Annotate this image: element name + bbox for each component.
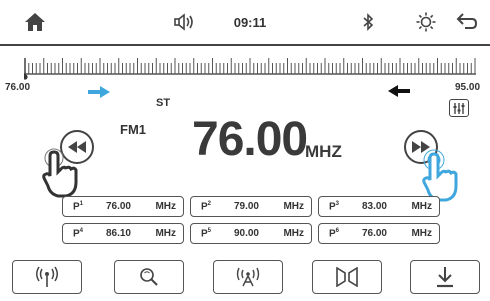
equalizer-icon (453, 102, 465, 114)
stereo-mono-icon (336, 267, 358, 287)
seek-right-arrow-icon[interactable] (88, 85, 110, 103)
save-button[interactable] (410, 260, 480, 294)
frequency-ruler[interactable] (22, 52, 476, 80)
search-button[interactable] (114, 260, 184, 294)
preset-frequency: 83.00 (361, 201, 387, 212)
stereo-mono-button[interactable] (312, 260, 382, 294)
preset-1[interactable]: P1 76.00 MHz (62, 196, 184, 217)
preset-unit: MHz (283, 228, 304, 239)
preset-frequency: 79.00 (233, 201, 259, 212)
scan-icon (236, 267, 260, 287)
preset-unit: MHz (283, 201, 304, 212)
seek-left-arrow-icon[interactable] (388, 84, 410, 102)
preset-2[interactable]: P2 79.00 MHz (190, 196, 312, 217)
preset-6[interactable]: P6 76.00 MHz (318, 223, 440, 244)
band-label: FM1 (120, 122, 146, 137)
min-frequency-label: 76.00 (5, 82, 31, 93)
preset-5[interactable]: P5 90.00 MHz (190, 223, 312, 244)
back-arrow-icon[interactable] (452, 0, 482, 44)
clock: 09:11 (233, 14, 267, 30)
preset-unit: MHz (155, 228, 176, 239)
preset-3[interactable]: P3 83.00 MHz (318, 196, 440, 217)
search-icon (140, 268, 158, 286)
scan-button[interactable] (213, 260, 283, 294)
frequency-unit: MHZ (305, 142, 342, 161)
current-frequency: 76.00 (192, 113, 308, 166)
antenna-button[interactable] (12, 260, 82, 294)
status-bar: 09:11 (0, 0, 490, 46)
home-icon[interactable] (20, 0, 50, 44)
sun-icon[interactable] (412, 0, 440, 44)
preset-frequency: 76.00 (361, 228, 387, 239)
bluetooth-icon[interactable] (355, 0, 381, 44)
stereo-indicator: ST (156, 97, 171, 109)
preset-unit: MHz (155, 201, 176, 212)
speaker-mode-icon[interactable] (170, 0, 200, 44)
preset-4[interactable]: P4 86.10 MHz (62, 223, 184, 244)
preset-frequency: 76.00 (105, 201, 131, 212)
preset-unit: MHz (411, 201, 432, 212)
preset-unit: MHz (411, 228, 432, 239)
save-download-icon (437, 267, 453, 288)
preset-frequency: 86.10 (105, 228, 131, 239)
max-frequency-label: 95.00 (455, 82, 481, 93)
tuning-marker-dot (22, 74, 28, 80)
preset-frequency: 90.00 (233, 228, 259, 239)
antenna-icon (36, 266, 58, 287)
equalizer-button[interactable] (449, 99, 469, 117)
